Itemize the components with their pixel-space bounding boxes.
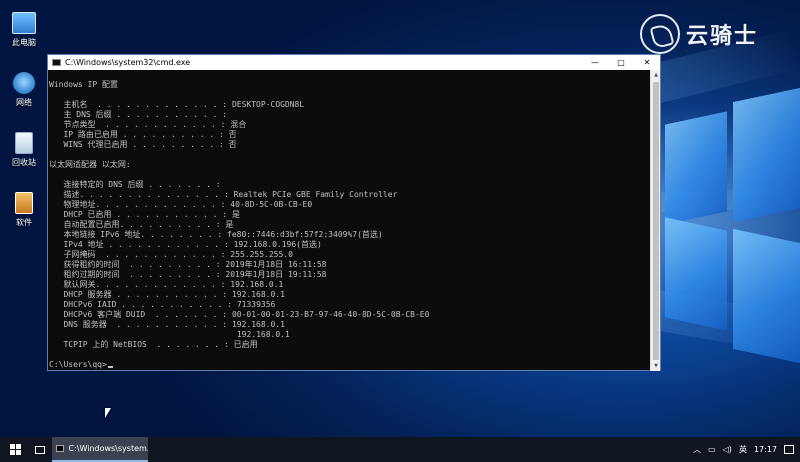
cmd-output-line [49, 170, 651, 180]
desktop-icon-this-pc[interactable]: 此电脑 [4, 12, 44, 48]
cmd-output-line: 连接特定的 DNS 后缀 . . . . . . . : [49, 180, 221, 189]
desktop-icon-software[interactable]: 软件 [4, 192, 44, 228]
scroll-down-icon[interactable]: ▼ [651, 361, 661, 371]
clock[interactable]: 17:17 [754, 445, 777, 454]
cmd-output-line: DHCPv6 IAID . . . . . . . . . . . : 7133… [49, 300, 276, 309]
cmd-output-line: 描述. . . . . . . . . . . . . . . : Realte… [49, 190, 398, 199]
cmd-output-line [49, 150, 651, 160]
cmd-output-line [49, 90, 651, 100]
mouse-pointer-icon [105, 408, 111, 418]
wallpaper-logo-pane [733, 87, 800, 223]
desktop-icon-label: 软件 [16, 218, 32, 227]
cmd-output-line: 获得租约的时间 . . . . . . . . . : 2019年1月18日 1… [49, 260, 327, 269]
system-tray: ︿ ▭ ◁) 英 17:17 [693, 437, 800, 462]
windows-logo-icon [9, 444, 21, 455]
cmd-output-line: IPv4 地址 . . . . . . . . . . . . : 192.16… [49, 240, 322, 249]
cmd-output-line: 租约过期的时间 . . . . . . . . . : 2019年1月18日 1… [49, 270, 327, 279]
notification-icon[interactable] [784, 445, 794, 454]
desktop-icon-label: 此电脑 [12, 38, 36, 47]
cmd-output-line: 自动配置已启用. . . . . . . . . . : 是 [49, 220, 234, 229]
taskbar-app-label: C:\Windows\system... [68, 444, 148, 453]
desktop-icon-label: 网络 [16, 98, 32, 107]
cmd-output-line: 本地链接 IPv6 地址. . . . . . . . : fe80::7446… [49, 230, 383, 239]
knight-logo-icon [640, 14, 680, 54]
cmd-output-line [49, 350, 651, 360]
scroll-up-icon[interactable]: ▲ [651, 70, 661, 80]
cmd-output-line: 主 DNS 后缀 . . . . . . . . . . . : [49, 110, 228, 119]
cmd-window[interactable]: C:\Windows\system32\cmd.exe — □ ✕ Window… [47, 54, 661, 371]
cmd-output-line: 节点类型 . . . . . . . . . . . . : 混合 [49, 120, 247, 129]
wallpaper-logo-pane [733, 228, 800, 364]
software-icon [15, 192, 33, 214]
brand-text: 云骑士 [686, 24, 759, 49]
start-button[interactable] [0, 437, 30, 462]
task-view-icon [35, 445, 45, 454]
network-tray-icon[interactable]: ▭ [708, 445, 716, 454]
text-cursor [107, 366, 113, 368]
cmd-output-line: 以太网适配器 以太网: [49, 160, 131, 169]
cmd-app-icon [52, 59, 61, 66]
cmd-output-line: Windows IP 配置 [49, 80, 118, 89]
chevron-up-icon[interactable]: ︿ [693, 444, 701, 455]
cmd-output-line: DHCP 已启用 . . . . . . . . . . . : 是 [49, 210, 240, 219]
cmd-prompt: C:\Users\qq> [49, 360, 107, 369]
network-icon [13, 72, 35, 94]
cmd-prompt-line[interactable]: C:\Users\qq> [49, 360, 651, 370]
minimize-button[interactable]: — [582, 55, 608, 70]
scrollbar-thumb[interactable] [653, 82, 659, 360]
cmd-app-icon [56, 445, 65, 452]
cmd-title: C:\Windows\system32\cmd.exe [65, 58, 191, 67]
desktop-icon-network[interactable]: 网络 [4, 72, 44, 108]
input-method-indicator[interactable]: 英 [739, 444, 747, 455]
desktop-icon-label: 回收站 [12, 158, 36, 167]
cmd-titlebar[interactable]: C:\Windows\system32\cmd.exe — □ ✕ [48, 55, 660, 70]
wallpaper-logo-pane [665, 217, 727, 331]
vertical-scrollbar[interactable]: ▲ ▼ [650, 70, 660, 371]
cmd-output-line: DHCPv6 客户端 DUID . . . . . . . : 00-01-00… [49, 310, 430, 319]
close-button[interactable]: ✕ [634, 55, 660, 70]
volume-icon[interactable]: ◁) [723, 445, 732, 454]
cmd-output-line: TCPIP 上的 NetBIOS . . . . . . . : 已启用 [49, 340, 258, 349]
taskbar: C:\Windows\system... ︿ ▭ ◁) 英 17:17 [0, 437, 800, 462]
cmd-output-line: WINS 代理已启用 . . . . . . . . . : 否 [49, 140, 237, 149]
brand-watermark: 云骑士 [640, 14, 758, 54]
cmd-output-line: IP 路由已启用 . . . . . . . . . . : 否 [49, 130, 237, 139]
cmd-output-line: DHCP 服务器 . . . . . . . . . . . : 192.168… [49, 290, 285, 299]
cmd-output-line: 主机名 . . . . . . . . . . . . . : DESKTOP-… [49, 100, 305, 109]
cmd-output-line: 物理地址. . . . . . . . . . . . . : 40-8D-5C… [49, 200, 313, 209]
maximize-button[interactable]: □ [608, 55, 634, 70]
cmd-output-line: 默认网关. . . . . . . . . . . . . : 192.168.… [49, 280, 284, 289]
recycle-bin-icon [15, 132, 33, 154]
task-view-button[interactable] [30, 437, 50, 462]
cmd-output-line: 子网掩码 . . . . . . . . . . . . : 255.255.2… [49, 250, 293, 259]
computer-icon [12, 12, 36, 34]
taskbar-app-cmd[interactable]: C:\Windows\system... [52, 437, 148, 462]
cmd-output-line: 192.168.0.1 [49, 330, 290, 339]
desktop-icon-recycle-bin[interactable]: 回收站 [4, 132, 44, 168]
wallpaper-logo-pane [665, 111, 727, 225]
cmd-output-line: DNS 服务器 . . . . . . . . . . . : 192.168.… [49, 320, 285, 329]
cmd-output[interactable]: Windows IP 配置 主机名 . . . . . . . . . . . … [48, 70, 651, 371]
